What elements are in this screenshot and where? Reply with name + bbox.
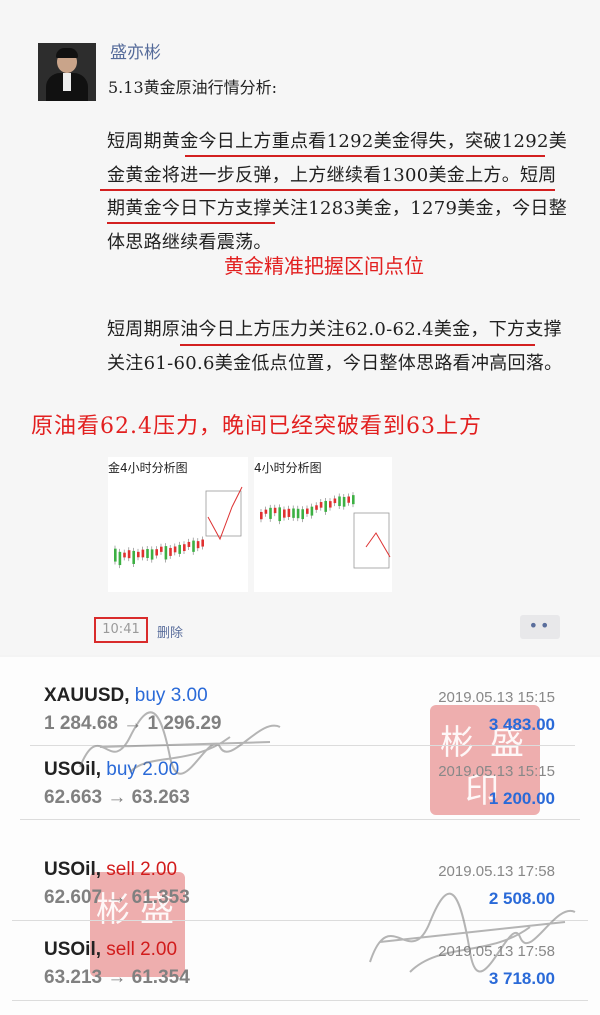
oil-paragraph: 短周期原油今日上方压力关注62.0-62.4美金，下方支撑关注61-60.6美金… [107,319,563,374]
underline-gold-1 [185,155,545,157]
delete-link[interactable]: 删除 [157,622,183,641]
chart1-title: 金4小时分析图 [108,459,188,476]
gold-annotation: 黄金精准把握区间点位 [224,254,424,278]
post-card: 盛亦彬 5.13黄金原油行情分析: 短周期黄金今日上方重点看1292美金得失，突… [0,0,600,655]
gold-chart-image[interactable]: 金4小时分析图 [108,457,248,592]
trade-date: 2019.05.13 15:15 [438,763,555,780]
signature-watermark-2 [369,892,576,973]
trade-prices: 62.663 → 63.263 [44,787,190,808]
trade-prices: 62.607 → 61.353 [44,887,190,908]
underline-gold-2 [100,189,555,191]
gold-paragraph: 短周期黄金今日上方重点看1292美金得失，突破1292美金黄金将进一步反弹，上方… [107,131,568,253]
trade-date: 2019.05.13 17:58 [438,863,555,880]
avatar[interactable] [38,43,96,101]
author-name[interactable]: 盛亦彬 [110,38,161,63]
signature-watermark [79,711,281,775]
chart2-title: 4小时分析图 [254,459,322,476]
trade-prices: 63.213 → 61.354 [44,967,190,988]
oil-chart-image[interactable]: 4小时分析图 [254,457,392,592]
oil-candles [260,492,391,569]
trade-profit: 1 200.00 [488,789,555,808]
trade-list: 彬 盛 印 彬 盛 XAUUSD, buy 3.00 1 284.68 → 1 … [0,657,600,1015]
oil-annotation: 原油看62.4压力，晚间已经突破看到63上方 [31,414,482,439]
divider [20,819,580,820]
trade-side: sell 2.00 [106,939,178,960]
post-subtitle: 5.13黄金原油行情分析: [108,78,278,97]
trade-profit: 3 483.00 [488,715,555,734]
trade-symbol: USOil, [44,939,102,960]
divider [12,1000,588,1001]
trade-date: 2019.05.13 15:15 [438,689,555,706]
underline-gold-3 [107,222,275,224]
trade-side: sell 2.00 [106,859,178,880]
gold-candles [114,486,243,569]
trade-symbol: USOil, [44,859,102,880]
post-time: 10:41 [94,617,148,643]
underline-oil-1 [180,344,535,346]
more-button[interactable]: •• [520,615,560,639]
